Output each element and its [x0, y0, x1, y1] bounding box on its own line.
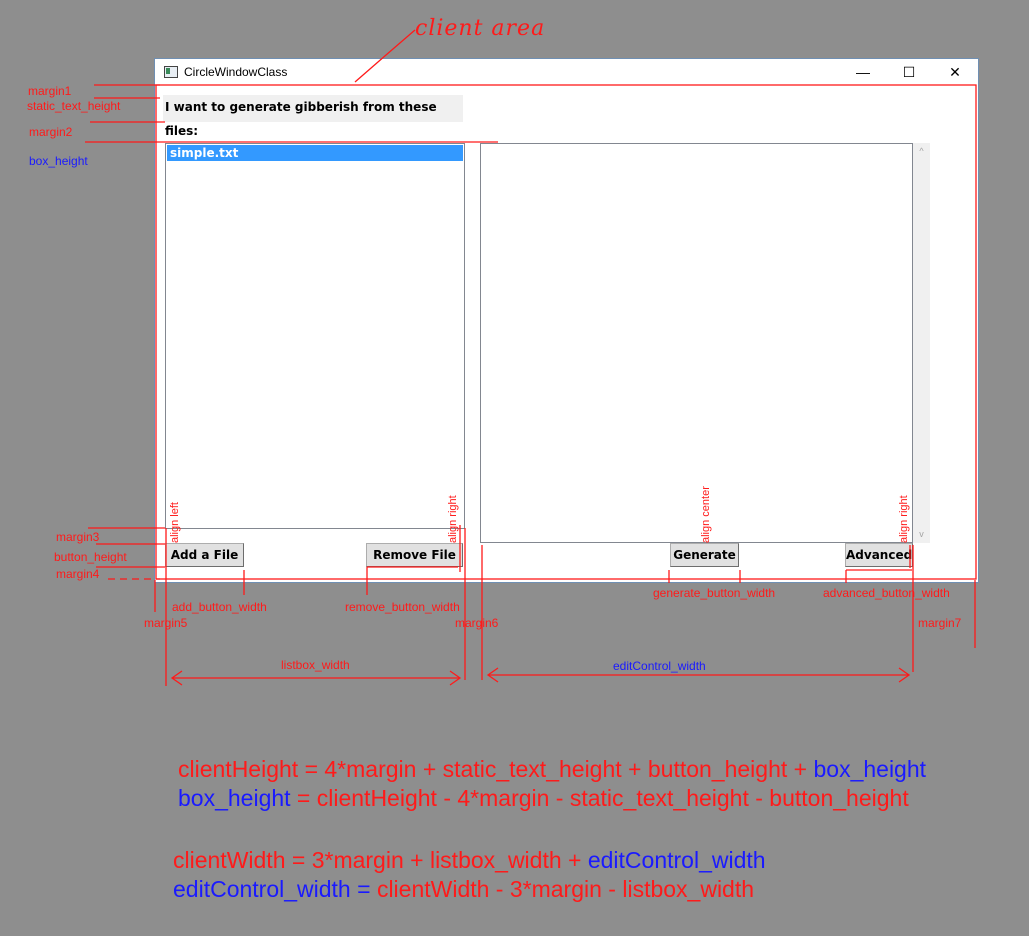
- formula-part: clientWidth - 3*margin - listbox_width: [376, 876, 755, 902]
- formula-part: = clientHeight - 4*margin - static_text_…: [290, 785, 909, 811]
- label-listbox-width: listbox_width: [281, 658, 350, 672]
- formula-box-height: box_height = clientHeight - 4*margin - s…: [178, 784, 909, 812]
- label-align-left: align left: [169, 502, 181, 543]
- label-generate-button-width: generate_button_width: [653, 586, 776, 600]
- label-add-button-width: add_button_width: [172, 600, 267, 614]
- client-area-annotation: client area: [415, 16, 546, 41]
- formula-client-width: clientWidth = 3*margin + listbox_width +…: [173, 846, 766, 874]
- label-advanced-button-width: advanced_button_width: [823, 586, 950, 600]
- client-area-pointer: [354, 29, 416, 83]
- label-margin2: margin2: [29, 125, 73, 139]
- label-editcontrol-width: editControl_width: [613, 659, 706, 673]
- label-margin3: margin3: [56, 530, 100, 544]
- label-button-height: button_height: [54, 550, 127, 564]
- formula-part: box_height: [178, 785, 291, 811]
- client-area-outline: [155, 84, 977, 580]
- label-margin1: margin1: [28, 84, 72, 98]
- formula-part: editControl_width: [173, 876, 351, 902]
- formula-part: clientWidth = 3*margin + listbox_width +: [173, 847, 588, 873]
- label-static-text-height: static_text_height: [27, 99, 121, 113]
- label-align-right-edit: align right: [898, 495, 910, 543]
- formula-part: box_height: [813, 756, 927, 782]
- label-margin7: margin7: [918, 616, 962, 630]
- label-margin5: margin5: [144, 616, 188, 630]
- label-box-height: box_height: [29, 154, 88, 168]
- formula-part: clientHeight = 4*margin + static_text_he…: [178, 756, 814, 782]
- label-margin4: margin4: [56, 567, 100, 581]
- formula-part: =: [350, 876, 377, 902]
- label-align-right-listbox: align right: [447, 495, 459, 543]
- formula-editcontrol-width: editControl_width = clientWidth - 3*marg…: [173, 875, 754, 903]
- label-align-center: align center: [700, 486, 712, 543]
- formula-client-height: clientHeight = 4*margin + static_text_he…: [178, 755, 926, 783]
- label-margin6: margin6: [455, 616, 499, 630]
- formula-part: editControl_width: [587, 847, 766, 873]
- label-remove-button-width: remove_button_width: [345, 600, 460, 614]
